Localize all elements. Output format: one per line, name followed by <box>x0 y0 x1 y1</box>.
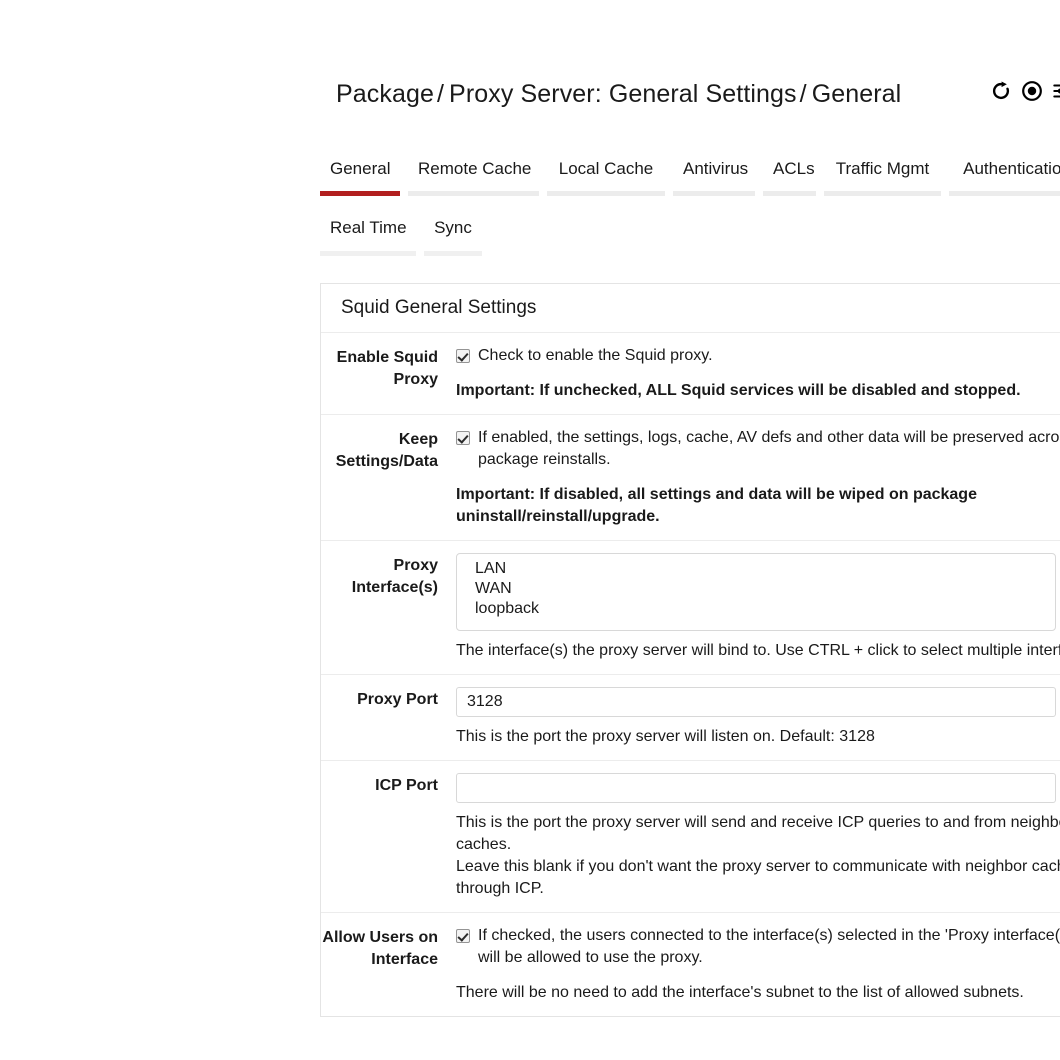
form-row-hint: There will be no need to add the interfa… <box>456 982 1060 1004</box>
tab-underline <box>320 191 400 196</box>
tab-label: Authentication <box>963 159 1060 178</box>
hint-line: caches. <box>456 836 512 853</box>
checkbox-label: If enabled, the settings, logs, cache, A… <box>478 427 1060 471</box>
tab-underline <box>673 191 755 196</box>
form-row-hint: Important: If disabled, all settings and… <box>456 484 1060 528</box>
panel-title: Squid General Settings <box>341 297 537 318</box>
tab-general[interactable]: General <box>320 158 400 196</box>
checkbox-label-line: will be allowed to use the proxy. <box>478 949 703 966</box>
tab-local-cache[interactable]: Local Cache <box>547 158 665 196</box>
form-row-label: Proxy Interface(s) <box>351 557 438 596</box>
checkbox-label-line: If checked, the users connected to the i… <box>478 927 1060 944</box>
panel-body: Enable Squid Proxy Check to enable the Sq… <box>321 333 1060 1016</box>
checkbox-line: If enabled, the settings, logs, cache, A… <box>456 427 1060 471</box>
tab-label: ACLs <box>773 159 815 178</box>
tab-traffic-mgmt[interactable]: Traffic Mgmt <box>824 158 941 196</box>
tab-underline <box>949 191 1060 196</box>
proxy-port-input[interactable] <box>456 687 1056 717</box>
sliders-icon[interactable] <box>1050 78 1060 104</box>
tab-underline <box>547 191 665 196</box>
form-row-hint: The interface(s) the proxy server will b… <box>456 640 1060 662</box>
breadcrumb: Package / Proxy Server: General Settings / G… <box>336 72 1060 116</box>
form-row-control: LAN WAN loopback The interface(s) the proxy… <box>456 553 1060 662</box>
form-row-label: Allow Users on Interface <box>322 929 438 968</box>
primary-tab-bar: General Remote Cache Local Cache Antivirus A… <box>320 158 1060 196</box>
icp-port-input[interactable] <box>456 773 1056 803</box>
panel-header: Squid General Settings <box>321 284 1060 333</box>
select-option[interactable]: loopback <box>457 599 1055 619</box>
checkbox[interactable] <box>456 349 470 363</box>
tab-authentication[interactable]: Authentication <box>949 158 1060 196</box>
hint-line: through ICP. <box>456 880 544 897</box>
form-row-control: If checked, the users connected to the i… <box>456 925 1060 1004</box>
form-row-hint: This is the port the proxy server will s… <box>456 812 1060 900</box>
tab-underline <box>408 191 539 196</box>
form-row: ICP Port This is the port the proxy serve… <box>321 761 1060 913</box>
form-row-label: Enable Squid Proxy <box>336 349 438 388</box>
breadcrumb-item-proxy-server[interactable]: Proxy Server: General Settings <box>449 80 797 108</box>
form-row-hint: This is the port the proxy server will l… <box>456 726 1060 748</box>
checkbox-label-line: If enabled, the settings, logs, cache, A… <box>478 429 1060 446</box>
tab-sync[interactable]: Sync <box>424 217 482 256</box>
select-option[interactable]: LAN <box>457 559 1055 579</box>
tab-label: Traffic Mgmt <box>835 159 930 178</box>
reload-icon[interactable] <box>988 78 1014 104</box>
tab-label: Local Cache <box>558 159 654 178</box>
hint-line: The interface(s) the proxy server will b… <box>456 642 1060 659</box>
checkbox-line: If checked, the users connected to the i… <box>456 925 1060 969</box>
form-row-label: Proxy Port <box>357 691 438 708</box>
form-row-hint: Important: If unchecked, ALL Squid servi… <box>456 380 1060 402</box>
hint-line: There will be no need to add the interfa… <box>456 984 1024 1001</box>
form-row-control: This is the port the proxy server will s… <box>456 773 1060 900</box>
form-row: Keep Settings/Data If enabled, the settin… <box>321 415 1060 541</box>
hint-line: Important: If unchecked, ALL Squid servi… <box>456 382 1021 399</box>
tab-label: Remote Cache <box>418 159 532 178</box>
tab-label: Antivirus <box>683 159 749 178</box>
form-row-label: ICP Port <box>375 777 438 794</box>
checkbox-line: Check to enable the Squid proxy. <box>456 345 1060 367</box>
tab-label: Real Time <box>330 218 407 237</box>
proxy-interface-select[interactable]: LAN WAN loopback <box>456 553 1056 631</box>
tab-real-time[interactable]: Real Time <box>320 217 416 256</box>
breadcrumb-item-package[interactable]: Package <box>336 80 434 108</box>
checkbox[interactable] <box>456 929 470 943</box>
form-row-label: Keep Settings/Data <box>335 431 438 470</box>
hint-line: uninstall/reinstall/upgrade. <box>456 508 660 525</box>
header-icon-group <box>988 78 1060 104</box>
tab-underline <box>320 251 416 256</box>
breadcrumb-separator-1: / <box>437 80 445 108</box>
tab-underline <box>424 251 482 256</box>
checkbox-label-line: package reinstalls. <box>478 451 611 468</box>
breadcrumb-text: Package / Proxy Server: General Settings / G… <box>336 79 901 109</box>
tab-underline <box>763 191 816 196</box>
form-row-control: Check to enable the Squid proxy. Importan… <box>456 345 1060 402</box>
record-icon[interactable] <box>1019 78 1045 104</box>
checkbox-label: If checked, the users connected to the i… <box>478 925 1060 969</box>
tab-underline <box>824 191 941 196</box>
settings-panel: Squid General Settings Enable Squid Prox… <box>320 283 1060 1017</box>
secondary-tab-bar: Real Time Sync <box>320 217 490 256</box>
select-option[interactable]: WAN <box>457 579 1055 599</box>
form-row-control: This is the port the proxy server will l… <box>456 687 1060 748</box>
tab-acls[interactable]: ACLs <box>763 158 816 196</box>
checkbox[interactable] <box>456 431 470 445</box>
breadcrumb-item-general: General <box>811 80 902 108</box>
form-row-control: If enabled, the settings, logs, cache, A… <box>456 427 1060 528</box>
page-root: Package / Proxy Server: General Settings / G… <box>0 0 1060 1060</box>
form-row: Proxy Interface(s) LAN WAN loopback The inte… <box>321 541 1060 675</box>
tab-remote-cache[interactable]: Remote Cache <box>408 158 539 196</box>
form-row: Proxy Port This is the port the proxy ser… <box>321 675 1060 761</box>
form-row: Enable Squid Proxy Check to enable the Sq… <box>321 333 1060 415</box>
tab-label: General <box>330 159 391 178</box>
hint-line: Important: If disabled, all settings and… <box>456 486 977 503</box>
hint-line: This is the port the proxy server will s… <box>456 814 1060 831</box>
checkbox-label: Check to enable the Squid proxy. <box>478 347 713 364</box>
hint-line: This is the port the proxy server will l… <box>456 728 875 745</box>
tab-antivirus[interactable]: Antivirus <box>673 158 755 196</box>
hint-line: Leave this blank if you don't want the p… <box>456 858 1060 875</box>
form-row: Allow Users on Interface If checked, the … <box>321 913 1060 1016</box>
tab-label: Sync <box>434 218 472 237</box>
breadcrumb-separator-2: / <box>799 80 807 108</box>
